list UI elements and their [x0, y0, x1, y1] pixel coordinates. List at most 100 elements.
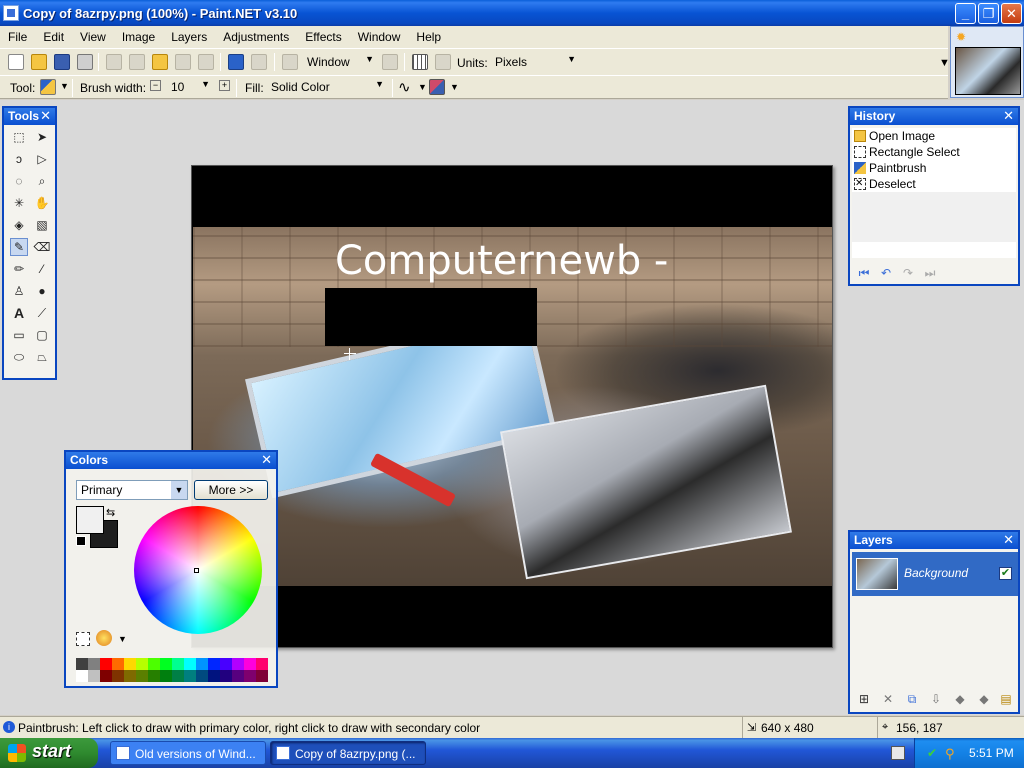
close-icon[interactable]: ✕	[261, 452, 272, 468]
new-file-icon[interactable]	[8, 54, 24, 70]
increase-width-icon[interactable]: +	[219, 80, 230, 91]
palette-swatch[interactable]	[136, 658, 148, 670]
clone-stamp-icon[interactable]: ♙	[10, 282, 28, 300]
save-icon[interactable]	[54, 54, 70, 70]
palette-swatch[interactable]	[100, 670, 112, 682]
color-picker-icon[interactable]: ⁄	[33, 260, 51, 278]
move-selected-pixels-icon[interactable]: ➤	[33, 128, 51, 146]
restore-button[interactable]: ❐	[978, 3, 999, 24]
ellipse-select-icon[interactable]: ◌	[10, 172, 28, 190]
close-icon[interactable]: ✕	[40, 108, 51, 124]
close-icon[interactable]: ✕	[1003, 108, 1014, 124]
menu-layers[interactable]: Layers	[163, 30, 215, 44]
history-item[interactable]: Open Image	[852, 128, 1016, 144]
move-layer-up-icon[interactable]: ◆	[952, 691, 968, 707]
palette-swatch[interactable]	[220, 670, 232, 682]
palette-menu-icon[interactable]	[96, 630, 112, 646]
fast-forward-icon[interactable]: ⏭	[922, 265, 938, 281]
layer-visibility-checkbox[interactable]: ✔	[999, 567, 1012, 580]
palette-swatch[interactable]	[88, 658, 100, 670]
history-item[interactable]: Paintbrush	[852, 160, 1016, 176]
copy-icon[interactable]	[129, 54, 145, 70]
pencil-icon[interactable]: ✏	[10, 260, 28, 278]
move-selection-icon[interactable]: ▷	[33, 150, 51, 168]
zoom-icon[interactable]: ⌕	[33, 172, 51, 190]
brush-width-select[interactable]: 10 ▼	[166, 77, 214, 96]
menu-edit[interactable]: Edit	[35, 30, 72, 44]
palette-swatch[interactable]	[160, 658, 172, 670]
palette-swatch[interactable]	[124, 670, 136, 682]
move-layer-down-icon[interactable]: ◆	[976, 691, 992, 707]
rectangle-select-icon[interactable]: ⬚	[10, 128, 28, 146]
palette-swatch[interactable]	[196, 670, 208, 682]
palette-swatch[interactable]	[184, 670, 196, 682]
eraser-icon[interactable]: ⌫	[33, 238, 51, 256]
chevron-down-icon[interactable]: ▼	[418, 82, 427, 92]
search-icon[interactable]: ⚲	[945, 746, 959, 761]
line-curve-icon[interactable]: ⟋	[33, 304, 51, 322]
palette-swatch[interactable]	[76, 658, 88, 670]
decrease-width-icon[interactable]: −	[150, 80, 161, 91]
rewind-icon[interactable]: ⏮	[856, 265, 872, 281]
fill-select[interactable]: Solid Color ▼	[266, 77, 388, 96]
palette-swatch[interactable]	[124, 658, 136, 670]
palette-swatch[interactable]	[148, 658, 160, 670]
swap-colors-icon[interactable]: ⇆	[106, 506, 115, 519]
close-icon[interactable]: ✕	[1003, 532, 1014, 548]
image-thumbnail[interactable]	[955, 47, 1021, 95]
palette-swatch[interactable]	[220, 658, 232, 670]
navigation-thumbnail[interactable]: ▼ ✹	[939, 26, 1024, 98]
units-select[interactable]: Pixels ▼	[490, 52, 580, 71]
palette-swatch[interactable]	[148, 670, 160, 682]
redo-icon[interactable]: ↷	[900, 265, 916, 281]
paintnet-app-icon[interactable]	[3, 5, 19, 21]
freeform-shape-icon[interactable]: ⏢	[33, 348, 51, 366]
palette-swatch[interactable]	[100, 658, 112, 670]
magic-wand-icon[interactable]: ✳	[10, 194, 28, 212]
text-tool-icon[interactable]: A	[10, 304, 28, 322]
palette-swatch[interactable]	[112, 670, 124, 682]
image-canvas[interactable]: Computernewb -	[191, 165, 833, 648]
gradient-icon[interactable]: ▧	[33, 216, 51, 234]
palette-swatch[interactable]	[256, 670, 268, 682]
undo-icon[interactable]	[228, 54, 244, 70]
menu-view[interactable]: View	[72, 30, 114, 44]
antialiasing-icon[interactable]: ∿	[398, 78, 411, 96]
recolor-icon[interactable]: ●	[33, 282, 51, 300]
add-layer-icon[interactable]: ⊞	[856, 691, 872, 707]
palette-swatch[interactable]	[160, 670, 172, 682]
menu-window[interactable]: Window	[350, 30, 409, 44]
rulers-icon[interactable]	[435, 54, 451, 70]
color-palette[interactable]	[76, 658, 268, 682]
layer-properties-icon[interactable]: ▤	[998, 691, 1014, 707]
menu-help[interactable]: Help	[408, 30, 449, 44]
taskbar-item-browser[interactable]: Old versions of Wind...	[110, 741, 266, 765]
chevron-down-icon[interactable]: ▼	[450, 82, 459, 92]
start-button[interactable]: start	[0, 738, 98, 768]
chevron-down-icon[interactable]: ▼	[118, 634, 127, 644]
history-item[interactable]: ✕ Deselect	[852, 176, 1016, 192]
zoom-in-icon[interactable]	[382, 54, 398, 70]
paintbrush-icon[interactable]: ✎	[10, 238, 28, 256]
duplicate-layer-icon[interactable]: ⧉	[904, 691, 920, 707]
add-to-palette-icon[interactable]	[76, 632, 90, 646]
crop-to-selection-icon[interactable]	[175, 54, 191, 70]
zoom-select[interactable]: Window ▼	[302, 52, 378, 71]
palette-swatch[interactable]	[172, 658, 184, 670]
chevron-down-icon[interactable]: ▼	[60, 81, 69, 91]
taskbar-item-paintnet[interactable]: Copy of 8azrpy.png (...	[270, 741, 426, 765]
chevron-down-icon[interactable]: ▼	[939, 57, 950, 69]
delete-layer-icon[interactable]: ✕	[880, 691, 896, 707]
palette-swatch[interactable]	[256, 658, 268, 670]
palette-swatch[interactable]	[88, 670, 100, 682]
paintbrush-tool-icon[interactable]	[40, 79, 56, 95]
color-wheel-marker[interactable]	[194, 568, 199, 573]
primary-color-swatch[interactable]	[76, 506, 104, 534]
menu-file[interactable]: File	[0, 30, 35, 44]
pan-hand-icon[interactable]: ✋	[33, 194, 51, 212]
palette-swatch[interactable]	[172, 670, 184, 682]
print-icon[interactable]	[77, 54, 93, 70]
palette-swatch[interactable]	[244, 670, 256, 682]
menu-adjustments[interactable]: Adjustments	[215, 30, 297, 44]
history-item[interactable]: Rectangle Select	[852, 144, 1016, 160]
